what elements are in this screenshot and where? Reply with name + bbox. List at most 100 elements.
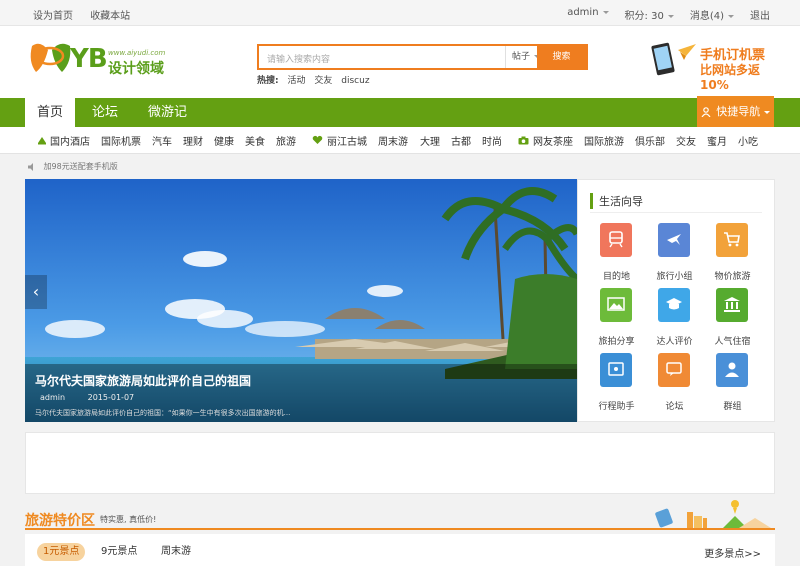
site-logo[interactable]: YB www.aiyudi.com 设计领域 — [26, 36, 166, 86]
subnav-item[interactable]: 国际机票 — [101, 133, 141, 148]
chevron-down-icon — [728, 14, 734, 18]
subnav-item[interactable]: 大理 — [420, 133, 440, 148]
guide-item-price-travel[interactable]: 物价旅游 — [705, 223, 760, 283]
logo-name: 设计领域 — [108, 61, 164, 77]
subnav-item[interactable]: 旅游 — [276, 133, 296, 148]
subnav-item[interactable]: 美食 — [245, 133, 265, 148]
slider-prev-button[interactable]: ‹ — [25, 275, 47, 309]
guide-item-label: 物价旅游 — [714, 272, 751, 282]
user-menu[interactable]: admin — [567, 7, 609, 22]
subnav-item[interactable]: 古都 — [451, 133, 471, 148]
subnav-item[interactable]: 国内酒店 — [50, 133, 90, 148]
guide-item-label: 人气住宿 — [714, 337, 751, 347]
guide-item-label: 达人评价 — [656, 337, 693, 347]
featured-slider[interactable]: ‹ 马尔代夫国家旅游局如此评价自己的祖国 admin 2015-01-07 马尔… — [25, 179, 577, 422]
set-home-link[interactable]: 设为首页 — [33, 11, 73, 22]
deals-tabs-bar: 1元景点 9元景点 周末游 更多景点>> — [25, 534, 775, 566]
travel-decoration-icon — [655, 500, 771, 528]
ad-banner-area — [25, 432, 775, 494]
slider-title[interactable]: 马尔代夫国家旅游局如此评价自己的祖国 — [35, 372, 251, 389]
bookmark-link[interactable]: 收藏本站 — [90, 11, 130, 22]
guide-item-expert-review[interactable]: 达人评价 — [647, 288, 702, 348]
chevron-down-icon — [602, 10, 609, 14]
main-nav: 首页 论坛 微游记 — [0, 98, 800, 127]
building-icon — [716, 288, 748, 322]
subnav-item[interactable]: 丽江古城 — [327, 133, 367, 148]
guide-item-popular-stay[interactable]: 人气住宿 — [705, 288, 760, 348]
header: YB www.aiyudi.com 设计领域 请输入搜索内容 帖子 搜索 热搜:… — [0, 26, 800, 98]
subnav-item[interactable]: 交友 — [676, 133, 696, 148]
guide-item-label: 群组 — [723, 402, 742, 412]
subnav-item[interactable]: 健康 — [214, 133, 234, 148]
hot-label: 热搜: — [257, 76, 279, 86]
deals-title: 旅游特价区 — [25, 513, 95, 529]
deals-tab-weekend[interactable]: 周末游 — [155, 543, 197, 561]
tab-forum[interactable]: 论坛 — [80, 98, 130, 127]
chat-icon — [658, 353, 690, 387]
guide-item-destination[interactable]: 目的地 — [589, 223, 644, 283]
tab-travel-notes[interactable]: 微游记 — [140, 98, 195, 127]
guide-title: 生活向导 — [590, 193, 643, 209]
subnav-item[interactable]: 时尚 — [482, 133, 502, 148]
slider-author: admin — [40, 393, 66, 402]
train-icon — [600, 223, 632, 257]
guide-item-travel-group[interactable]: 旅行小组 — [647, 223, 702, 283]
search-box: 请输入搜索内容 帖子 搜索 — [257, 44, 588, 70]
logo-mark-text: YB — [70, 44, 108, 74]
guide-item-label: 旅拍分享 — [598, 337, 635, 347]
subnav-item[interactable]: 俱乐部 — [635, 133, 665, 148]
hot-word-link[interactable]: 交友 — [314, 76, 332, 86]
subnav-item[interactable]: 周末游 — [378, 133, 408, 148]
subnav-item[interactable]: 理财 — [183, 133, 203, 148]
search-input[interactable]: 请输入搜索内容 — [267, 52, 330, 65]
subnav-item[interactable]: 汽车 — [152, 133, 172, 148]
quick-nav-button[interactable]: 快捷导航 — [697, 96, 774, 127]
guide-item-photo-share[interactable]: 旅拍分享 — [589, 288, 644, 348]
camera-icon — [518, 136, 529, 145]
guide-item-trip-assistant[interactable]: 行程助手 — [589, 353, 644, 413]
hotel-icon — [38, 137, 46, 145]
hot-word-link[interactable]: discuz — [341, 76, 369, 86]
heart-icon — [312, 135, 323, 144]
slider-desc: 马尔代夫国家旅游局如此评价自己的祖国：“如果你一生中有很多次出国旅游的机... — [35, 409, 291, 417]
notice-bar[interactable]: 加98元送配套手机版 — [28, 161, 118, 172]
guide-item-label: 旅行小组 — [656, 272, 693, 282]
top-bar: 设为首页 收藏本站 admin 积分: 30 消息(4) 退出 — [0, 0, 800, 26]
sub-nav: 国内酒店 国际机票 汽车 理财 健康 美食 旅游 丽江古城 周末游 大理 古都 … — [0, 127, 800, 154]
speaker-icon — [28, 162, 33, 171]
logo-mark-icon — [30, 43, 71, 72]
tab-home[interactable]: 首页 — [25, 98, 75, 127]
slider-date: 2015-01-07 — [87, 393, 135, 402]
subnav-item[interactable]: 网友茶座 — [533, 133, 573, 148]
deals-tab-9yuan[interactable]: 9元景点 — [95, 543, 143, 561]
user-icon — [701, 107, 711, 118]
subnav-item[interactable]: 小吃 — [738, 133, 758, 148]
points-menu[interactable]: 积分: 30 — [625, 7, 674, 22]
life-guide-panel: 生活向导 目的地 旅行小组 物价旅游 旅拍分享 达人评价 人气住宿 行程助手 论… — [577, 179, 775, 422]
quick-nav-label: 快捷导航 — [716, 105, 761, 118]
guide-item-label: 目的地 — [602, 272, 630, 282]
hot-word-link[interactable]: 活动 — [287, 76, 305, 86]
messages-menu[interactable]: 消息(4) — [690, 7, 734, 22]
user-icon — [716, 353, 748, 387]
deals-tab-1yuan[interactable]: 1元景点 — [37, 543, 86, 561]
notice-text: 加98元送配套手机版 — [43, 162, 118, 171]
airplane-icon — [658, 223, 690, 257]
guide-item-label: 论坛 — [665, 402, 684, 412]
user-name: admin — [567, 7, 599, 18]
guide-item-forum[interactable]: 论坛 — [647, 353, 702, 413]
search-button[interactable]: 搜索 — [537, 46, 586, 68]
phone-icon — [651, 42, 696, 76]
points-label: 积分: 30 — [624, 11, 664, 22]
deals-more-link[interactable]: 更多景点>> — [704, 545, 761, 560]
logo-url: www.aiyudi.com — [108, 49, 166, 57]
top-links-right: admin 积分: 30 消息(4) 退出 — [567, 7, 770, 22]
mobile-promo-banner[interactable]: 手机订机票 比网站多返10% — [650, 40, 775, 92]
subnav-item[interactable]: 国际旅游 — [584, 133, 624, 148]
chevron-down-icon — [667, 14, 674, 18]
subnav-item[interactable]: 蜜月 — [707, 133, 727, 148]
logout-link[interactable]: 退出 — [750, 7, 770, 22]
search-category-select[interactable]: 帖子 — [505, 46, 541, 68]
guide-item-groups[interactable]: 群组 — [705, 353, 760, 413]
top-links-left: 设为首页 收藏本站 — [33, 7, 144, 22]
